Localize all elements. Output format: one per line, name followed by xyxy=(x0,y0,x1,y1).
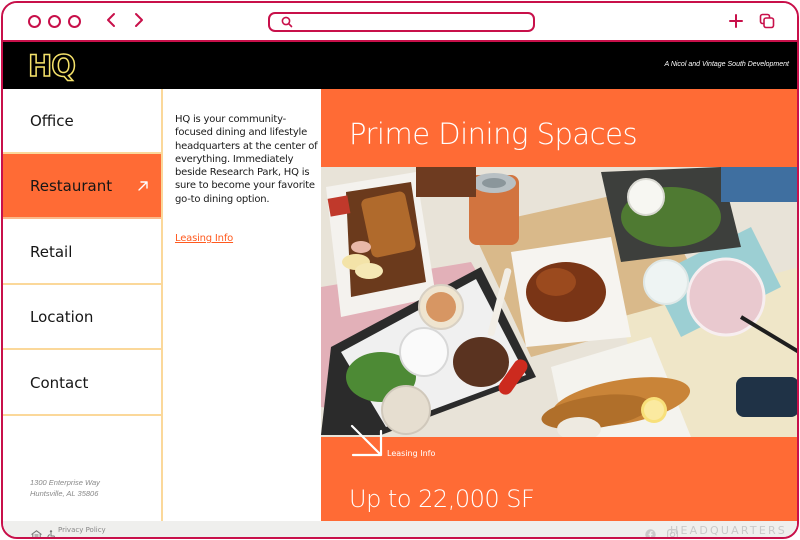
food-photo xyxy=(321,167,797,437)
sidebar-item-restaurant[interactable]: Restaurant xyxy=(3,154,161,219)
sidebar-item-label: Contact xyxy=(30,373,89,392)
sidebar-item-retail[interactable]: Retail xyxy=(3,220,161,285)
facebook-icon[interactable] xyxy=(645,529,656,539)
chevron-left-icon xyxy=(107,13,115,27)
tabs-overview-button[interactable] xyxy=(759,13,775,33)
developer-tagline: A Nicol and Vintage South Development xyxy=(664,61,789,68)
address-bar[interactable] xyxy=(268,12,535,32)
accessibility-icon xyxy=(47,530,56,537)
street-address: 1300 Enterprise Way Huntsville, AL 35806 xyxy=(30,477,100,499)
arrow-down-right-icon xyxy=(350,424,383,457)
search-icon xyxy=(281,16,293,28)
site-header: HQ A Nicol and Vintage South Development xyxy=(3,42,797,89)
arrow-up-right-icon xyxy=(138,181,148,191)
hq-logo[interactable]: HQ xyxy=(27,48,83,87)
window-maximize-dot[interactable] xyxy=(68,15,81,28)
browser-window: HQ A Nicol and Vintage South Development… xyxy=(1,1,799,539)
address-line-2: Huntsville, AL 35806 xyxy=(30,489,99,498)
hero-title: Prime Dining Spaces xyxy=(349,117,638,151)
site-footer: Privacy Policy HEADQUARTERS xyxy=(3,521,797,539)
svg-text:HQ: HQ xyxy=(28,49,75,83)
sidebar-item-label: Location xyxy=(30,307,94,326)
hero-panel: Prime Dining Spaces Leasing Info Up to 2… xyxy=(321,89,797,521)
address-line-1: 1300 Enterprise Way xyxy=(30,478,100,487)
browser-toolbar xyxy=(3,3,797,42)
privacy-policy-link[interactable]: Privacy Policy xyxy=(58,526,106,534)
sidebar-item-label: Retail xyxy=(30,242,73,261)
sidebar-nav: Office Restaurant Retail Location Contac… xyxy=(3,89,163,521)
forward-button[interactable] xyxy=(134,12,144,28)
plus-icon xyxy=(729,14,743,28)
intro-column: HQ is your community-focused dining and … xyxy=(163,89,321,521)
copy-tabs-icon xyxy=(759,13,775,29)
equal-housing-icon xyxy=(31,530,42,537)
sidebar-item-label: Office xyxy=(30,111,74,130)
back-button[interactable] xyxy=(106,12,116,28)
sidebar-item-contact[interactable]: Contact xyxy=(3,351,161,416)
window-close-dot[interactable] xyxy=(28,15,41,28)
hero-leasing-cta[interactable] xyxy=(349,423,385,463)
chevron-right-icon xyxy=(135,13,143,27)
intro-paragraph: HQ is your community-focused dining and … xyxy=(175,114,318,205)
sidebar-item-office[interactable]: Office xyxy=(3,89,161,154)
hq-logo-mark: HQ xyxy=(27,48,77,84)
new-tab-button[interactable] xyxy=(728,13,744,33)
compliance-icons xyxy=(31,525,57,537)
food-photo-illustration xyxy=(321,167,797,437)
hero-cta-label[interactable]: Leasing Info xyxy=(387,449,435,458)
window-minimize-dot[interactable] xyxy=(48,15,61,28)
sidebar-item-location[interactable]: Location xyxy=(3,285,161,350)
sidebar-item-label: Restaurant xyxy=(30,176,113,195)
headquarters-wordmark: HEADQUARTERS xyxy=(670,524,787,537)
space-size-text: Up to 22,000 SF xyxy=(349,485,535,513)
leasing-info-link[interactable]: Leasing Info xyxy=(175,233,233,244)
